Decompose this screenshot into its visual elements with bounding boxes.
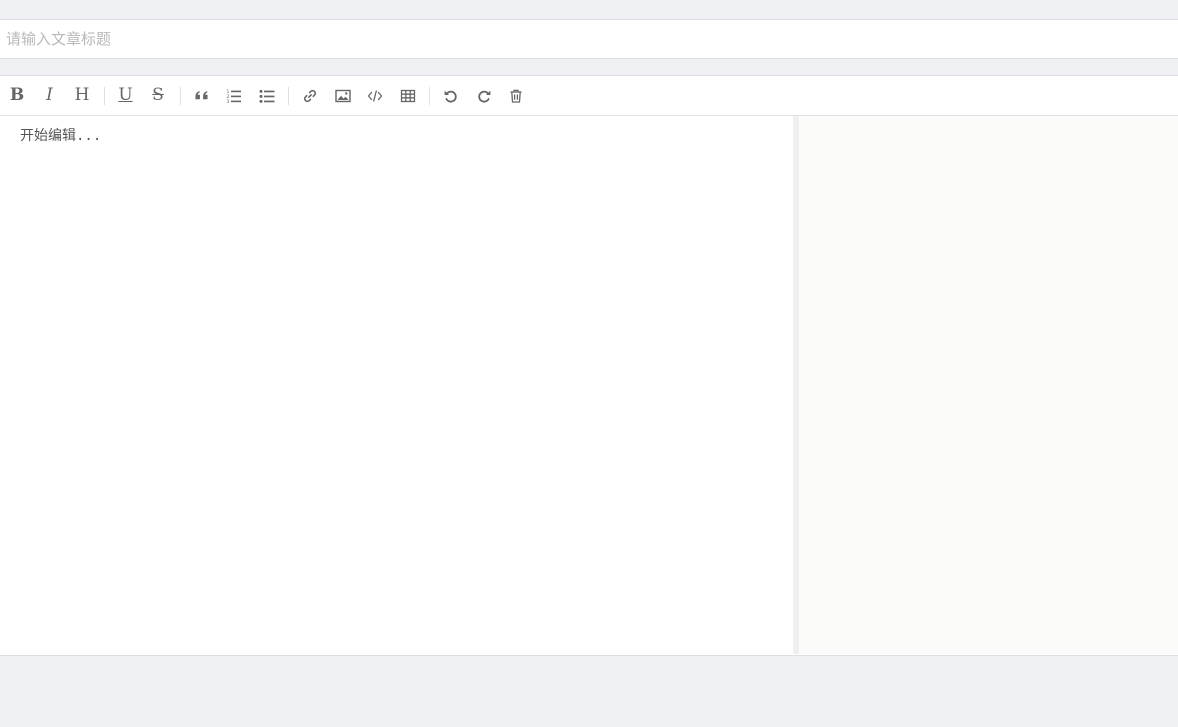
toolbar-divider <box>103 86 105 105</box>
markdown-editor: B I H U S 1 2 3 <box>0 75 1178 656</box>
undo-button[interactable] <box>436 82 466 110</box>
image-icon <box>334 89 351 102</box>
code-icon <box>367 89 383 102</box>
toolbar-divider <box>429 86 430 105</box>
edit-pane <box>0 116 799 654</box>
bold-icon: B <box>9 85 25 105</box>
markdown-textarea[interactable] <box>0 116 793 654</box>
clear-button[interactable] <box>501 82 531 110</box>
heading-icon: H <box>74 85 90 105</box>
strikethrough-button[interactable]: S <box>143 82 173 110</box>
italic-icon: I <box>46 85 53 105</box>
underline-button[interactable]: U <box>111 82 141 110</box>
ordered-list-button[interactable]: 1 2 3 <box>219 82 249 110</box>
ordered-list-icon: 1 2 3 <box>227 89 241 104</box>
link-button[interactable] <box>295 82 325 110</box>
bold-button[interactable]: B <box>2 82 32 110</box>
quote-button[interactable] <box>187 82 217 110</box>
link-icon <box>303 89 317 102</box>
redo-icon <box>477 90 490 103</box>
underline-icon: U <box>118 85 133 105</box>
undo-icon <box>444 90 457 103</box>
code-button[interactable] <box>360 82 390 110</box>
table-icon <box>400 89 415 102</box>
unordered-list-icon <box>259 89 274 103</box>
image-button[interactable] <box>328 82 358 110</box>
strikethrough-icon: S <box>152 85 164 105</box>
article-title-input[interactable] <box>0 20 1178 58</box>
unordered-list-button[interactable] <box>252 82 282 110</box>
toolbar-divider <box>288 86 289 105</box>
preview-pane <box>799 116 1178 654</box>
italic-button[interactable]: I <box>35 82 65 110</box>
editor-toolbar: B I H U S 1 2 3 <box>0 76 1178 116</box>
quote-icon <box>195 90 207 99</box>
toolbar-divider <box>179 86 181 105</box>
editor-body <box>0 116 1178 654</box>
svg-text:3: 3 <box>227 99 230 104</box>
title-bar <box>0 19 1178 59</box>
heading-button[interactable]: H <box>67 82 97 110</box>
redo-button[interactable] <box>469 82 499 110</box>
trash-icon <box>510 89 522 103</box>
table-button[interactable] <box>393 82 423 110</box>
